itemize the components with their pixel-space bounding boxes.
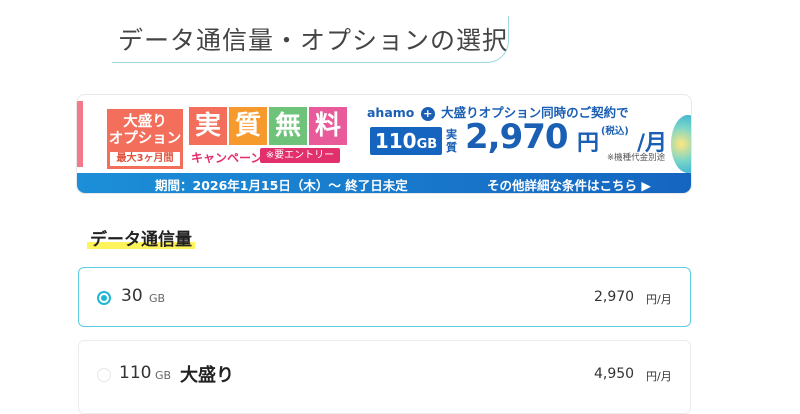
gb-badge-unit: GB [416, 137, 438, 152]
option-unit: GB [149, 292, 166, 305]
section-title: データ通信量・オプションの選択 [112, 16, 509, 63]
details-link[interactable]: その他詳細な条件はこちら ▶ [487, 175, 651, 193]
banner-price: 2,970 [465, 117, 569, 157]
kanji-tile-1: 実 [189, 107, 227, 145]
banner-strip: 期間：2026年1月15日（木）〜 終了日未定 その他詳細な条件はこちら ▶ [77, 173, 691, 193]
option-badge-sub: 最大3ヶ月間 [110, 152, 180, 166]
data-option-110gb[interactable]: 110 GB 大盛り 4,950 円/月 [78, 340, 691, 414]
option-price: 4,950 [594, 366, 635, 382]
section-title-text: データ通信量・オプションの選択 [118, 26, 509, 55]
option-badge-line1: 大盛り [123, 114, 167, 130]
option-price-unit: 円/月 [646, 293, 672, 306]
gb-badge: 110GB [370, 127, 442, 155]
option-amount: 30 [121, 286, 143, 306]
option-price-unit: 円/月 [646, 370, 672, 383]
decorative-arc [671, 115, 691, 173]
kanji-tile-3: 無 [269, 107, 307, 145]
entry-badge: ※要エントリー [260, 148, 340, 163]
campaign-label: キャンペーン [191, 151, 263, 165]
jisshitsu-label: 実質 [446, 128, 457, 154]
campaign-period: 期間：2026年1月15日（木）〜 終了日未定 [155, 178, 408, 193]
ahamo-brand: ahamo [367, 105, 415, 120]
option-badge: 大盛り オプション 最大3ヶ月間 [107, 109, 183, 169]
banner-accent [77, 101, 83, 167]
option-price: 2,970 [594, 289, 635, 305]
option-badge-line2: オプション [108, 131, 182, 147]
option-label: 大盛り [180, 365, 234, 386]
option-amount: 110 [119, 363, 152, 383]
campaign-banner[interactable]: 大盛り オプション 最大3ヶ月間 実 質 無 料 キャンペーン ※要エントリー … [77, 95, 691, 193]
kanji-tile-4: 料 [309, 107, 347, 145]
option-unit: GB [155, 369, 172, 382]
data-heading: データ通信量 [87, 225, 195, 250]
plus-icon: + [420, 107, 435, 121]
radio-unselected-icon[interactable] [97, 368, 111, 382]
banner-note: ※機種代金別途 [607, 153, 666, 163]
kanji-tile-2: 質 [229, 107, 267, 145]
banner-price-unit: 円 [577, 131, 600, 156]
data-heading-text: データ通信量 [90, 230, 192, 250]
gb-badge-value: 110 [374, 129, 417, 153]
data-option-30gb[interactable]: 30 GB 2,970 円/月 [78, 267, 691, 327]
tax-label: (税込) [601, 126, 629, 137]
radio-selected-icon[interactable] [97, 291, 111, 305]
